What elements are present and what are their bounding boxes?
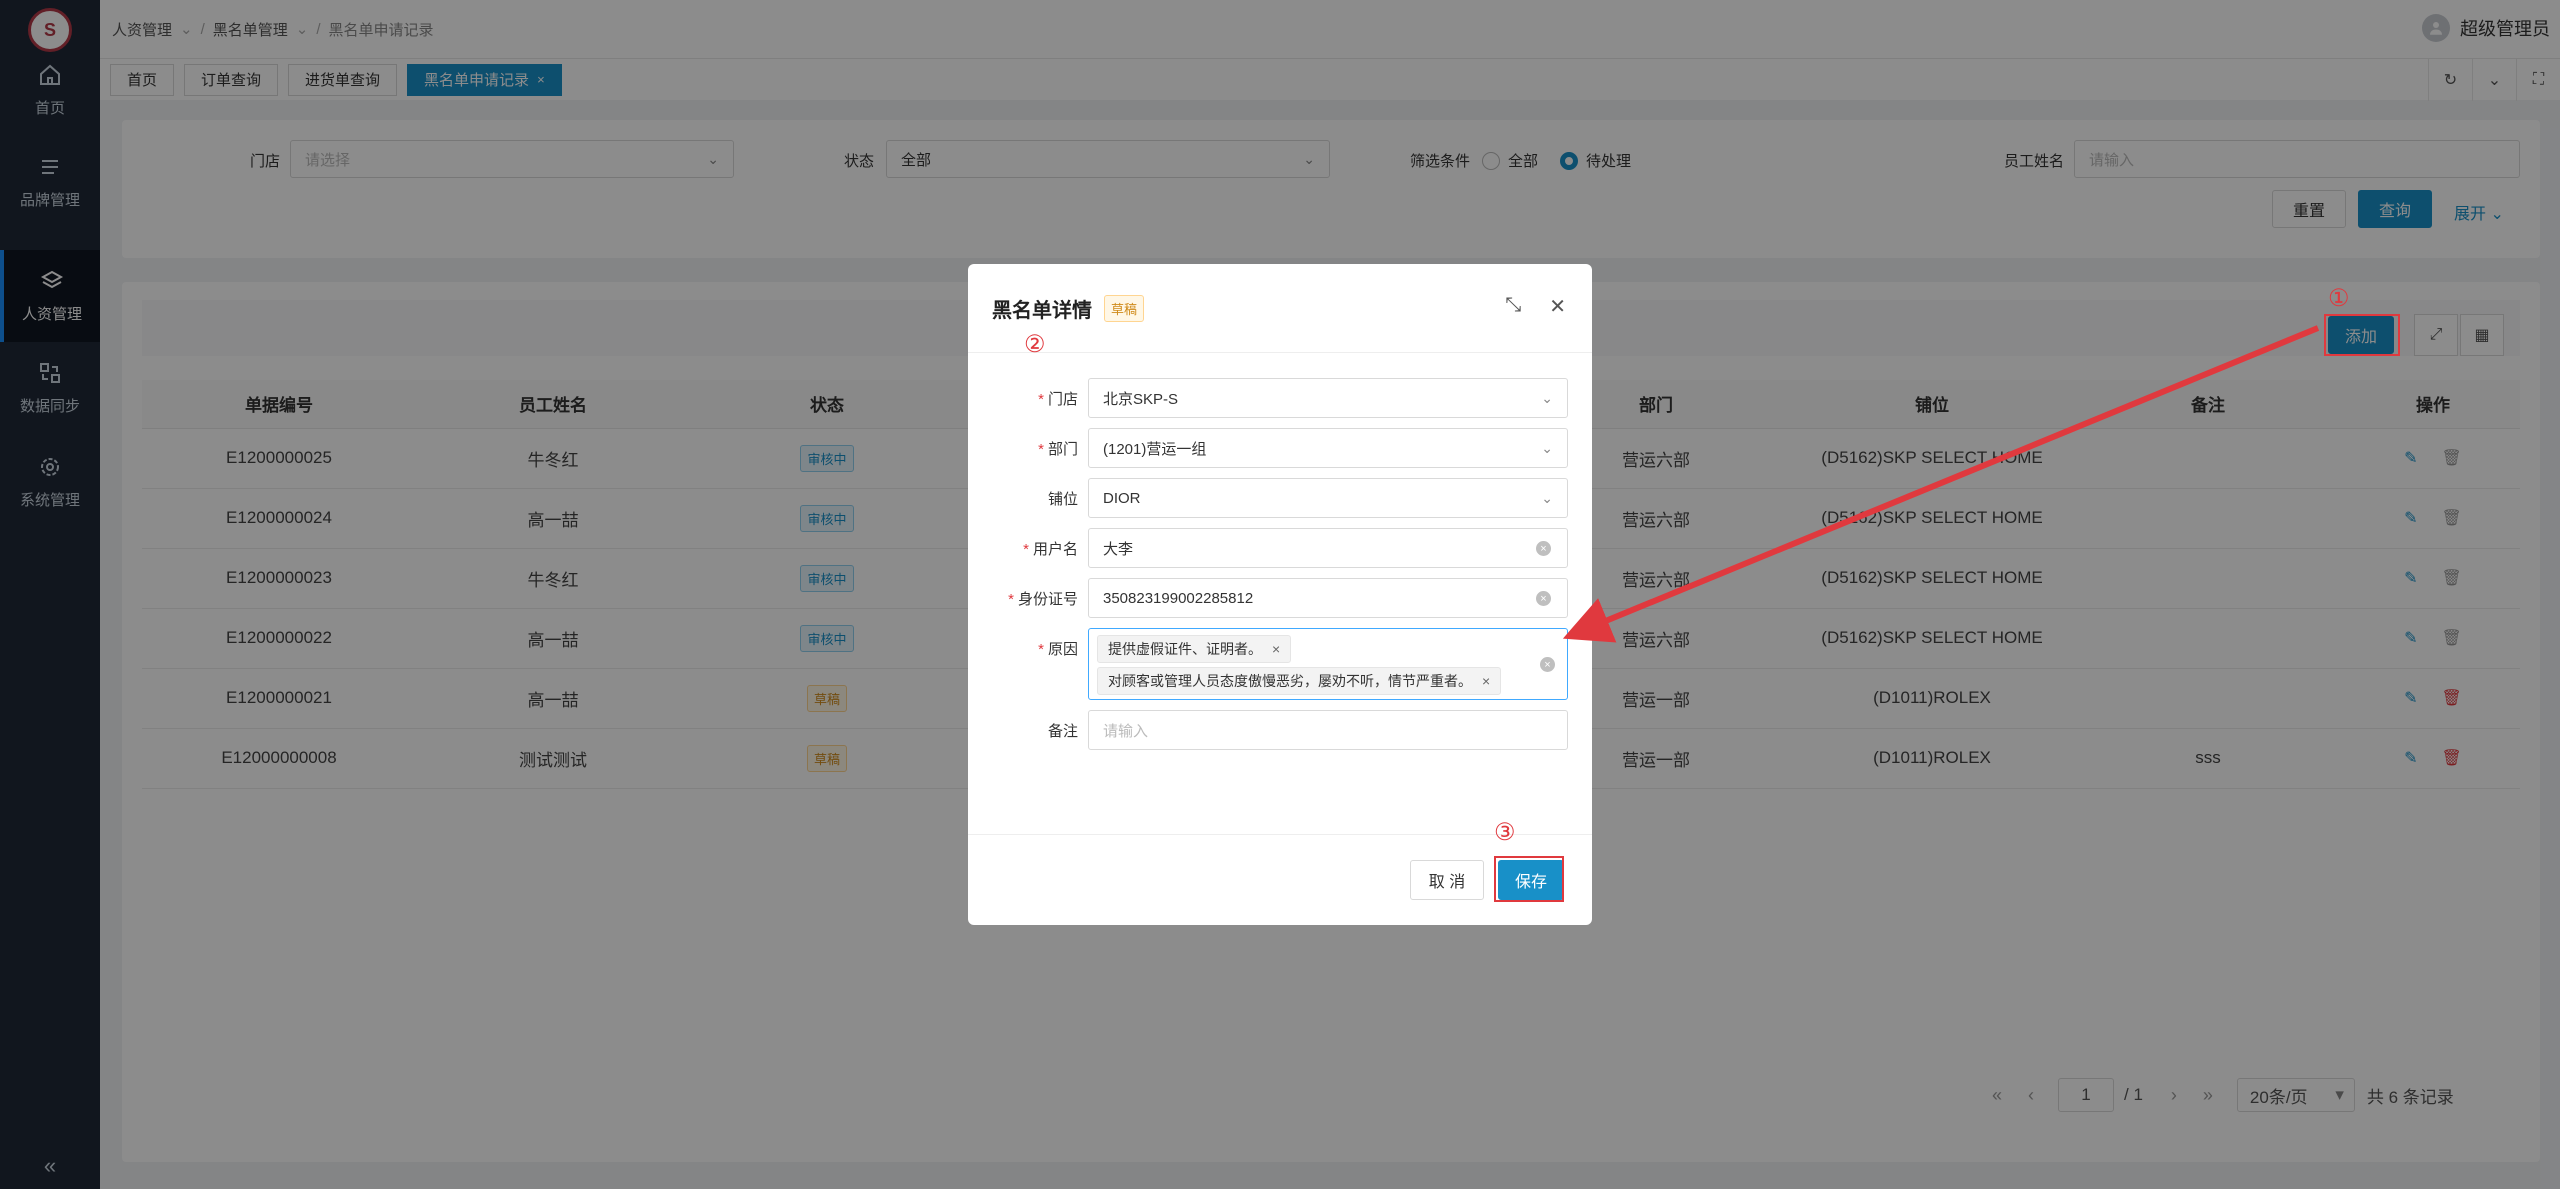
annotation-arrow <box>1562 325 2320 643</box>
